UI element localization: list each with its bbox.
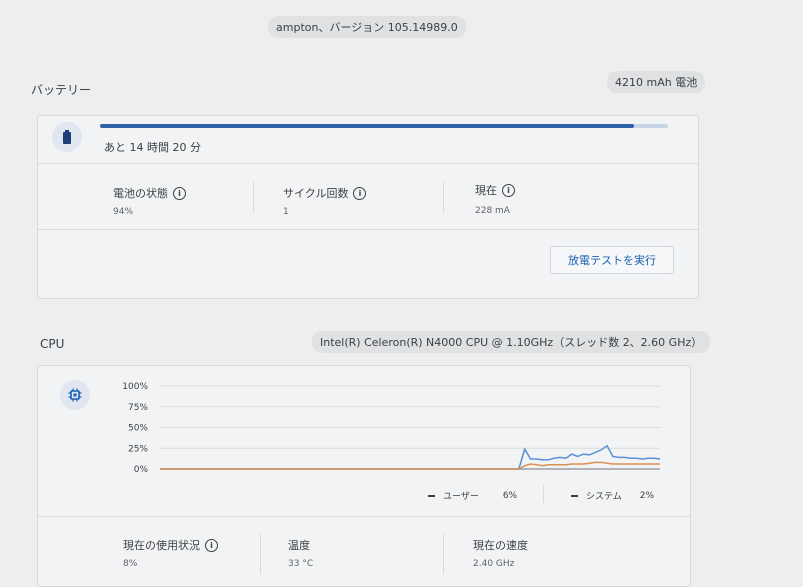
temperature-label: 温度 [288,537,310,553]
battery-section-title: バッテリー [31,83,92,97]
series-line-ユーザー [160,444,661,470]
battery-charge-bar [100,124,668,128]
cpu-chip-icon [60,380,90,410]
series-line-システム [160,461,660,470]
y-tick-label: 0% [134,465,149,475]
current-speed-label: 現在の速度 [473,537,528,553]
info-icon[interactable]: i [205,538,218,552]
divider [38,163,698,164]
y-tick-label: 50% [128,424,148,434]
divider [443,534,444,574]
battery-health-label-text: 電池の状態 [113,187,168,200]
y-tick-label: 25% [128,444,148,454]
info-icon[interactable]: i [173,186,186,200]
legend-system-value: 2% [639,490,655,501]
current-speed-value: 2.40 GHz [473,559,515,569]
divider [543,485,544,503]
legend-system-dash [571,494,578,497]
divider [443,182,444,212]
current-usage-label: 現在の使用状況 i [123,537,218,553]
legend-user-value: 6% [502,490,518,501]
battery-capacity-chip: 4210 mAh 電池 [607,71,706,93]
battery-icon [52,122,82,152]
divider [260,534,261,574]
current-usage-value: 8% [123,559,138,569]
legend-user-label: ユーザー [443,492,479,502]
cycle-count-value: 1 [283,207,289,217]
cycle-count-label-text: サイクル回数 [283,187,349,200]
info-icon[interactable]: i [353,186,367,200]
y-tick-label: 100% [122,382,148,392]
battery-card: あと 14 時間 20 分 電池の状態 i 94% サイクル回数 i 1 現在 … [37,115,699,299]
divider [38,516,690,517]
battery-health-label: 電池の状態 i [113,185,186,201]
cycle-count-label: サイクル回数 i [283,185,367,201]
y-tick-label: 75% [128,403,148,413]
temperature-label-text: 温度 [288,539,310,552]
current-usage-label-text: 現在の使用状況 [123,539,200,552]
version-chip: ampton、バージョン 105.14989.0 [268,16,466,38]
divider [38,229,698,230]
legend-system-label: システム [586,492,622,502]
battery-charge-fill [100,124,634,128]
current-label-text: 現在 [475,184,497,197]
cpu-info-chip: Intel(R) Celeron(R) N4000 CPU @ 1.10GHz（… [312,331,711,353]
battery-remaining-time: あと 14 時間 20 分 [104,141,201,154]
run-discharge-test-button[interactable]: 放電テストを実行 [550,246,674,274]
legend-user-dash [428,494,435,497]
cpu-section-title: CPU [40,337,65,351]
current-speed-label-text: 現在の速度 [473,539,528,552]
info-icon[interactable]: i [502,183,515,197]
cpu-card: 100% 75% 50% 25% 0% ユーザー 6% システム 2% 現在の使用状況 … [37,365,691,587]
divider [253,182,254,212]
cpu-usage-chart-svg: 100% 75% 50% 25% 0% [122,382,661,475]
battery-health-value: 94% [113,207,134,217]
current-label: 現在 i [475,182,515,198]
cpu-usage-chart: 100% 75% 50% 25% 0% [108,372,668,486]
current-value: 228 mA [475,206,510,216]
legend-system: システム 2% [571,489,654,502]
legend-user: ユーザー 6% [428,489,517,502]
temperature-value: 33 °C [288,559,314,569]
